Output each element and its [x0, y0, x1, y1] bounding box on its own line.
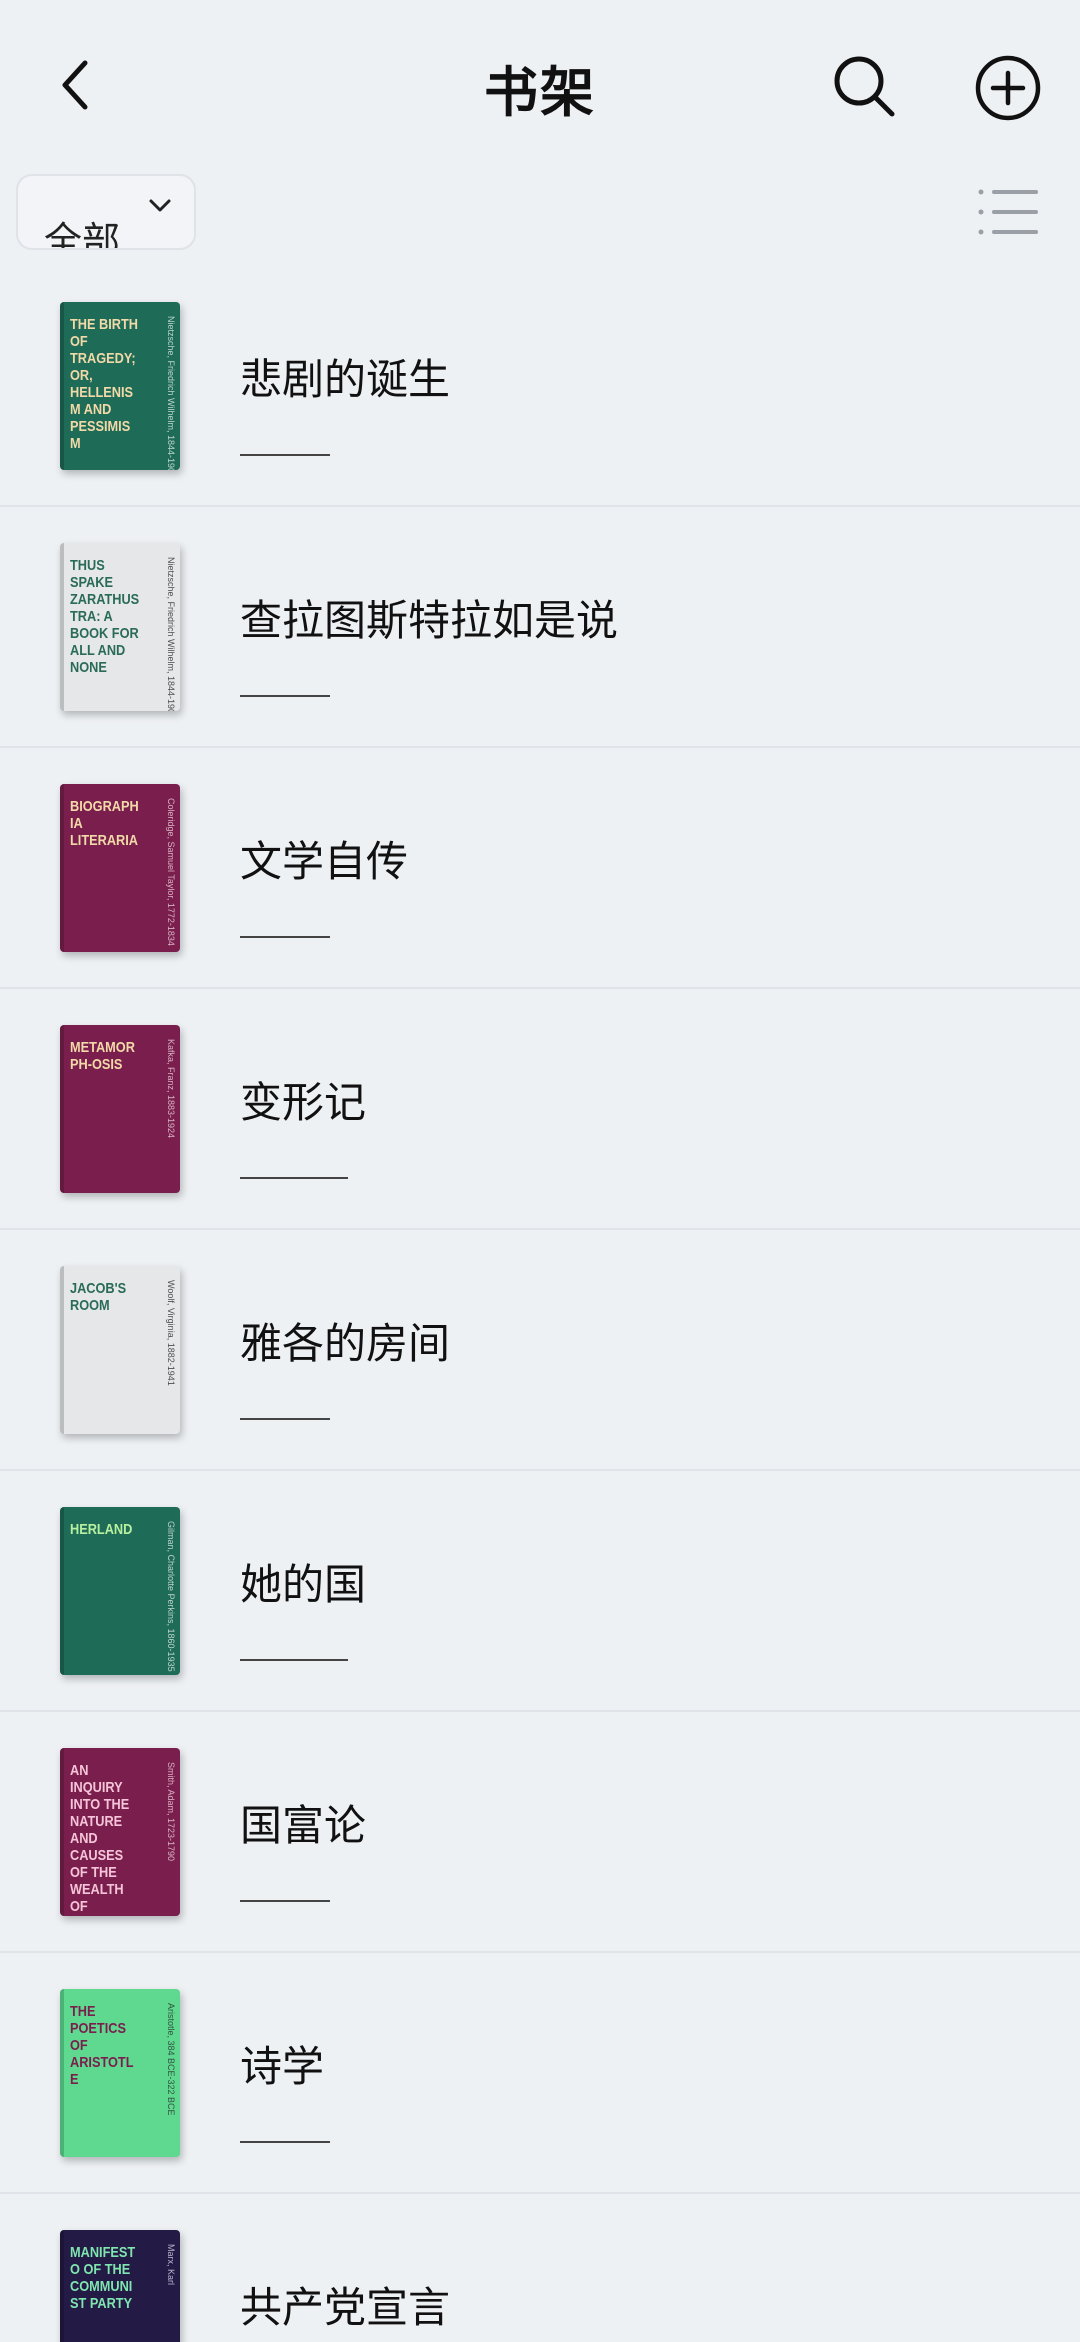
book-cover-title: Jacob's Room [70, 1280, 127, 1314]
book-cover-title: An Inquiry into the Nature and Causes of… [70, 1762, 130, 1916]
search-button[interactable] [826, 48, 902, 124]
book-cover-title: Thus Spake Zarathustra: A Book for All a… [70, 557, 140, 676]
search-icon [834, 56, 895, 117]
book-cover-author: Coleridge, Samuel Taylor, 1772-1834 [166, 798, 176, 946]
reading-progress-line [240, 454, 330, 456]
book-cover[interactable]: Metamorph-osis Kafka, Franz, 1883-1924 [60, 1025, 180, 1193]
plus-circle-icon [975, 55, 1041, 121]
book-title[interactable]: 变形记 [240, 1069, 366, 1130]
book-row[interactable]: Biographia Literaria Coleridge, Samuel Ta… [0, 748, 1080, 989]
book-title[interactable]: 她的国 [240, 1551, 366, 1612]
reading-progress-line [240, 1177, 348, 1179]
reading-progress-line [240, 695, 330, 697]
chevron-left-icon [62, 60, 88, 110]
bookshelf-screen: 书架 全部 The Birt [0, 0, 1080, 2342]
chevron-down-icon [149, 199, 171, 212]
reading-progress-line [240, 1659, 348, 1661]
list-view-icon [978, 189, 1038, 235]
book-cover[interactable]: Herland Gilman, Charlotte Perkins, 1860-1… [60, 1507, 180, 1675]
filter-selected-label: 全部 [44, 219, 121, 250]
book-cover[interactable]: The Poetics of Aristotle Aristotle, 384 B… [60, 1989, 180, 2157]
page-title: 书架 [484, 61, 596, 124]
book-cover-author: Nietzsche, Friedrich Wilhelm, 1844-1900 [166, 316, 176, 470]
add-book-button[interactable] [968, 48, 1048, 128]
reading-progress-line [240, 1900, 330, 1902]
book-cover-author: Smith, Adam, 1723-1790 [166, 1762, 176, 1862]
book-cover[interactable]: Manifesto of the Communist Party Marx, Ka… [60, 2230, 180, 2342]
view-mode-toggle[interactable] [976, 186, 1040, 238]
book-cover[interactable]: The Birth of Tragedy; Or, Hellenism and … [60, 302, 180, 470]
book-cover-title: The Poetics of Aristotle [70, 2003, 134, 2088]
book-cover[interactable]: An Inquiry into the Nature and Causes of… [60, 1748, 180, 1916]
book-row[interactable]: The Poetics of Aristotle Aristotle, 384 B… [0, 1953, 1080, 2194]
book-cover[interactable]: Jacob's Room Woolf, Virginia, 1882-1941 [60, 1266, 180, 1434]
book-title[interactable]: 雅各的房间 [240, 1310, 450, 1371]
book-cover-author: Gilman, Charlotte Perkins, 1860-1935 [166, 1521, 176, 1672]
book-cover[interactable]: Thus Spake Zarathustra: A Book for All a… [60, 543, 180, 711]
book-cover-author: Nietzsche, Friedrich Wilhelm, 1844-1900 [166, 557, 176, 711]
book-cover-author: Aristotle, 384 BCE-322 BCE [166, 2003, 176, 2116]
book-title[interactable]: 查拉图斯特拉如是说 [240, 587, 618, 648]
book-title[interactable]: 国富论 [240, 1792, 366, 1853]
reading-progress-line [240, 1418, 330, 1420]
book-cover-title: The Birth of Tragedy; Or, Hellenism and … [70, 316, 138, 452]
book-cover[interactable]: Biographia Literaria Coleridge, Samuel Ta… [60, 784, 180, 952]
book-cover-title: Herland [70, 1521, 133, 1538]
book-row[interactable]: Manifesto of the Communist Party Marx, Ka… [0, 2194, 1080, 2342]
back-button[interactable] [40, 50, 110, 120]
book-title[interactable]: 诗学 [240, 2033, 324, 2094]
book-row[interactable]: Metamorph-osis Kafka, Franz, 1883-1924 变形记 [0, 989, 1080, 1230]
reading-progress-line [240, 936, 330, 938]
top-bar: 书架 [0, 0, 1080, 170]
book-row[interactable]: Jacob's Room Woolf, Virginia, 1882-1941 雅各… [0, 1230, 1080, 1471]
book-title[interactable]: 文学自传 [240, 828, 408, 889]
book-row[interactable]: The Birth of Tragedy; Or, Hellenism and … [0, 266, 1080, 507]
book-list: The Birth of Tragedy; Or, Hellenism and … [0, 266, 1080, 2342]
book-row[interactable]: Herland Gilman, Charlotte Perkins, 1860-1… [0, 1471, 1080, 1712]
book-title[interactable]: 悲剧的诞生 [240, 346, 450, 407]
category-filter-dropdown[interactable]: 全部 [16, 174, 196, 250]
book-cover-author: Woolf, Virginia, 1882-1941 [166, 1280, 176, 1386]
book-title[interactable]: 共产党宣言 [240, 2274, 450, 2335]
book-cover-title: Biographia Literaria [70, 798, 139, 849]
book-cover-title: Metamorph-osis [70, 1039, 135, 1073]
book-row[interactable]: An Inquiry into the Nature and Causes of… [0, 1712, 1080, 1953]
reading-progress-line [240, 2141, 330, 2143]
book-row[interactable]: Thus Spake Zarathustra: A Book for All a… [0, 507, 1080, 748]
book-cover-author: Kafka, Franz, 1883-1924 [166, 1039, 176, 1139]
book-cover-author: Marx, Karl [166, 2244, 176, 2286]
book-cover-title: Manifesto of the Communist Party [70, 2244, 136, 2312]
